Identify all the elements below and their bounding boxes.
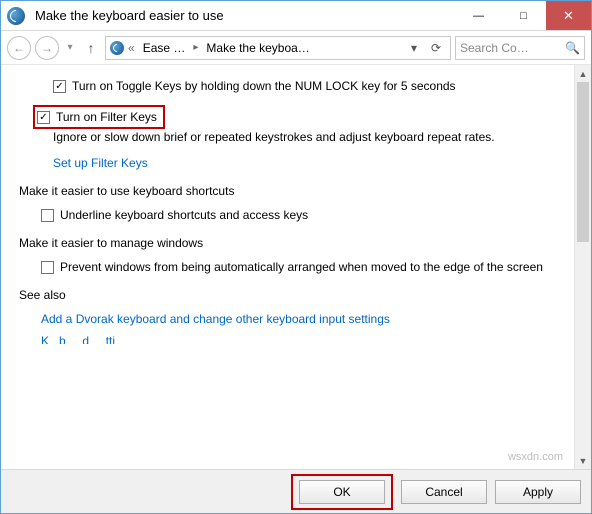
prevent-arrange-checkbox[interactable] (41, 261, 54, 274)
search-icon: 🔍 (565, 41, 580, 55)
nav-up-button[interactable]: ↑ (81, 38, 101, 58)
search-input[interactable]: Search Co… 🔍 (455, 36, 585, 60)
prevent-arrange-label: Prevent windows from being automatically… (60, 260, 543, 274)
breadcrumb-segment[interactable]: Make the keyboa… (202, 41, 313, 55)
search-placeholder: Search Co… (460, 41, 529, 55)
close-button[interactable]: ✕ (546, 1, 591, 30)
breadcrumb[interactable]: « Ease … ▸ Make the keyboa… ▾ ⟳ (105, 36, 451, 60)
apply-button[interactable]: Apply (495, 480, 581, 504)
filter-keys-group: Turn on Filter Keys (33, 105, 562, 129)
see-also-link[interactable]: Add a Dvorak keyboard and change other k… (41, 312, 562, 326)
toolbar: ← → ▾ ↑ « Ease … ▸ Make the keyboa… ▾ ⟳ … (1, 31, 591, 65)
filter-keys-label: Turn on Filter Keys (56, 110, 157, 124)
nav-back-button[interactable]: ← (7, 36, 31, 60)
chevron-right-icon: ▸ (191, 42, 200, 53)
underline-shortcuts-label: Underline keyboard shortcuts and access … (60, 208, 308, 222)
content: Turn on Toggle Keys by holding down the … (1, 65, 574, 469)
see-also-link-truncated[interactable]: K b d tti (41, 334, 562, 344)
see-also-title: See also (19, 288, 562, 302)
vertical-scrollbar[interactable]: ▲ ▼ (574, 65, 591, 469)
breadcrumb-dropdown-icon[interactable]: ▾ (404, 41, 424, 55)
filter-keys-checkbox[interactable] (37, 111, 50, 124)
shortcuts-section-title: Make it easier to use keyboard shortcuts (19, 184, 562, 198)
button-bar: OK Cancel Apply (1, 469, 591, 513)
titlebar: Make the keyboard easier to use — □ ✕ (1, 1, 591, 31)
underline-shortcuts-row: Underline keyboard shortcuts and access … (41, 208, 562, 222)
refresh-icon[interactable]: ⟳ (426, 41, 446, 55)
nav-forward-button[interactable]: → (35, 36, 59, 60)
breadcrumb-icon (110, 41, 124, 55)
toggle-keys-checkbox[interactable] (53, 80, 66, 93)
filter-keys-highlight: Turn on Filter Keys (33, 105, 165, 129)
prevent-arrange-row: Prevent windows from being automatically… (41, 260, 562, 274)
nav-recent-dropdown[interactable]: ▾ (63, 42, 77, 53)
filter-keys-setup-link[interactable]: Set up Filter Keys (53, 156, 562, 170)
window-controls: — □ ✕ (456, 1, 591, 30)
cancel-button[interactable]: Cancel (401, 480, 487, 504)
windows-section-title: Make it easier to manage windows (19, 236, 562, 250)
filter-keys-description: Ignore or slow down brief or repeated ke… (53, 129, 562, 146)
content-area: Turn on Toggle Keys by holding down the … (1, 65, 591, 469)
breadcrumb-segment[interactable]: Ease … (139, 41, 190, 55)
underline-shortcuts-checkbox[interactable] (41, 209, 54, 222)
scroll-down-arrow[interactable]: ▼ (575, 452, 591, 469)
toggle-keys-label: Turn on Toggle Keys by holding down the … (72, 79, 456, 93)
app-icon (1, 1, 31, 30)
ease-of-access-icon (7, 7, 25, 25)
breadcrumb-overflow-icon[interactable]: « (126, 41, 137, 55)
toggle-keys-row: Turn on Toggle Keys by holding down the … (53, 79, 562, 93)
window-title: Make the keyboard easier to use (31, 1, 456, 30)
scroll-thumb[interactable] (577, 82, 589, 242)
ok-button[interactable]: OK (299, 480, 385, 504)
maximize-button[interactable]: □ (501, 1, 546, 30)
scroll-track[interactable] (575, 82, 591, 452)
scroll-up-arrow[interactable]: ▲ (575, 65, 591, 82)
minimize-button[interactable]: — (456, 1, 501, 30)
ok-button-highlight: OK (291, 474, 393, 510)
